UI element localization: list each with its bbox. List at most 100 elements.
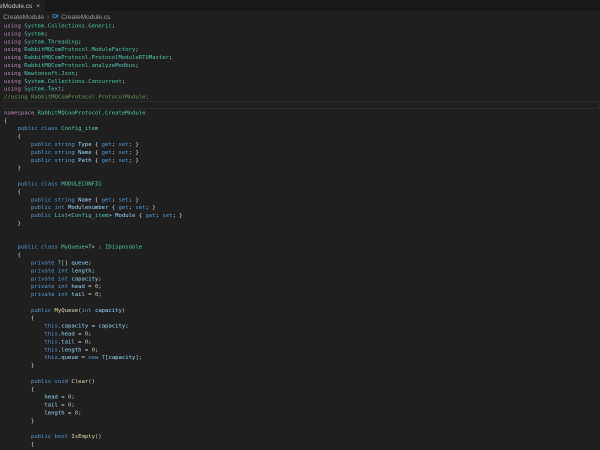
code-line[interactable]: public string Name { get; set; } [4, 148, 600, 156]
code-line[interactable]: tail = 0; [4, 401, 600, 409]
code-token: () [95, 433, 102, 440]
code-line[interactable]: this.length = 0; [4, 346, 600, 354]
code-line[interactable]: private int tail = 0; [4, 291, 600, 299]
code-token [4, 323, 44, 330]
code-token: { [92, 149, 102, 156]
breadcrumb-item-createmodule-cs[interactable]: CreateModule.cs [61, 13, 110, 21]
code-line[interactable]: using System.Collections.Generic; [4, 22, 600, 30]
code-line[interactable]: using RabbitMQComProtocol.ProtocolModule… [4, 54, 600, 62]
code-line[interactable]: { [4, 385, 600, 393]
chevron-right-icon: › [47, 13, 49, 21]
code-token: ; } [129, 149, 139, 156]
code-token: ; } [172, 212, 182, 219]
code-line[interactable]: } [4, 164, 600, 172]
code-line[interactable]: head = 0; [4, 393, 600, 401]
close-icon[interactable]: × [36, 2, 40, 9]
code-line[interactable]: namespace RabbitMQComProtocol.CreateModu… [4, 109, 600, 117]
code-line[interactable]: public void Clear() [4, 377, 600, 385]
code-token [4, 354, 44, 361]
code-line[interactable]: public string Name { get; set; } [4, 196, 600, 204]
code-line[interactable]: private int capacity; [4, 275, 600, 283]
code-token [4, 283, 31, 290]
code-token: List [55, 212, 68, 219]
code-line[interactable]: using RabbitMQComProtocol.ModuleFactory; [4, 46, 600, 54]
code-line[interactable] [4, 425, 600, 433]
code-token: ; [71, 394, 74, 401]
code-line[interactable]: using System; [4, 30, 600, 38]
code-token [4, 244, 17, 251]
code-line[interactable]: this.capacity = capacity; [4, 322, 600, 330]
code-token: ; [135, 46, 138, 53]
code-token: get [102, 157, 112, 164]
code-token: ; [44, 30, 47, 37]
code-line[interactable] [4, 235, 600, 243]
code-token: get [102, 149, 112, 156]
code-line[interactable]: private int head = 0; [4, 283, 600, 291]
code-token: = [75, 331, 85, 338]
code-token: this [44, 338, 57, 345]
code-line[interactable] [4, 298, 600, 306]
code-token: private int [31, 267, 71, 274]
code-area[interactable]: using System.Collections.Generic;using S… [0, 22, 600, 450]
code-token: set [162, 212, 172, 219]
code-line[interactable] [4, 172, 600, 180]
code-token: public string [31, 157, 78, 164]
current-line-highlight[interactable] [4, 101, 600, 109]
code-line[interactable]: public MyQueue(int capacity) [4, 306, 600, 314]
code-token [4, 378, 31, 385]
code-token: { [108, 204, 118, 211]
code-line[interactable]: length = 0; [4, 409, 600, 417]
breadcrumb-item-createmodule[interactable]: CreateModule [3, 13, 44, 21]
code-line[interactable]: public class MODULECONFIG [4, 180, 600, 188]
code-line[interactable]: //using RabbitMQComProtocol.ProtocolModu… [4, 93, 600, 101]
code-token: = [75, 338, 85, 345]
code-line[interactable]: { [4, 117, 600, 125]
code-line[interactable]: using System.Collections.Concurrent; [4, 77, 600, 85]
code-token: public void [31, 378, 71, 385]
code-line[interactable]: this.queue = new T[capacity]; [4, 354, 600, 362]
code-token: get [145, 212, 155, 219]
code-line[interactable]: { [4, 314, 600, 322]
code-token: ; [88, 338, 91, 345]
code-line[interactable] [4, 370, 600, 378]
code-token: queue [71, 259, 88, 266]
code-token: ; [98, 275, 101, 282]
code-line[interactable]: } [4, 362, 600, 370]
code-token: capacity [61, 323, 88, 330]
code-token: System.Collections.Concurrent [24, 78, 122, 85]
code-line[interactable]: { [4, 441, 600, 449]
code-line[interactable]: private T[] queue; [4, 259, 600, 267]
code-token: MyQueue [61, 244, 85, 251]
code-line[interactable]: public int Modulenumber { get; set; } [4, 204, 600, 212]
code-token: = [58, 394, 68, 401]
code-line[interactable]: public List<Config_item> Module { get; s… [4, 212, 600, 220]
code-token: namespace [4, 109, 38, 116]
code-token: ; [71, 402, 74, 409]
code-token: using [4, 78, 24, 85]
code-line[interactable]: using RabbitMQComProtocol.analyzeModbus; [4, 61, 600, 69]
code-line[interactable]: public class MyQueue<T> : IDisposable [4, 243, 600, 251]
code-line[interactable]: } [4, 219, 600, 227]
code-line[interactable]: public class Config_item [4, 125, 600, 133]
code-token: private int [31, 283, 71, 290]
tab-createmodule-cs[interactable]: eModule.cs × [0, 0, 45, 11]
code-token: private [31, 259, 58, 266]
code-line[interactable]: { [4, 251, 600, 259]
code-line[interactable]: public string Type { get; set; } [4, 140, 600, 148]
code-line[interactable]: } [4, 417, 600, 425]
code-line[interactable]: { [4, 188, 600, 196]
code-line[interactable]: public string Path { get; set; } [4, 156, 600, 164]
code-line[interactable]: private int length; [4, 267, 600, 275]
code-line[interactable]: public bool IsEmpty() [4, 433, 600, 441]
code-token [4, 331, 44, 338]
code-line[interactable]: this.tail = 0; [4, 338, 600, 346]
code-token: queue [61, 354, 78, 361]
code-line[interactable]: { [4, 133, 600, 141]
code-line[interactable]: using System.Threading; [4, 38, 600, 46]
code-line[interactable]: using Newtonsoft.Json; [4, 69, 600, 77]
code-token: length [44, 410, 64, 417]
code-line[interactable]: using System.Text; [4, 85, 600, 93]
code-line[interactable] [4, 227, 600, 235]
code-line[interactable]: this.head = 0; [4, 330, 600, 338]
tab-bar: eModule.cs × [0, 0, 600, 11]
